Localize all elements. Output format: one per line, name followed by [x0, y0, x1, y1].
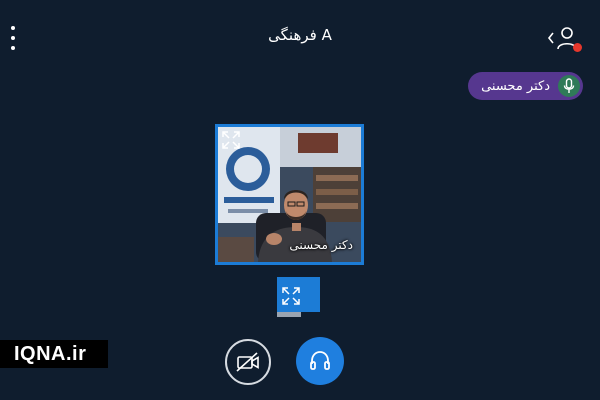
video-off-icon	[236, 352, 259, 372]
room-title: A فرهنگی	[268, 26, 332, 44]
expand-arrows-icon	[222, 131, 240, 149]
options-menu-button[interactable]	[6, 26, 20, 50]
iqna-watermark: IQNA.ir	[0, 340, 108, 368]
expand-arrows-icon	[282, 287, 300, 305]
microphone-icon	[558, 75, 580, 97]
talker-name: دکتر محسنی	[481, 78, 550, 94]
audio-listen-button[interactable]	[296, 337, 344, 385]
toggle-webcam-button[interactable]	[225, 339, 271, 385]
restore-presentation-button[interactable]	[277, 277, 320, 317]
video-tile-name: دکتر محسنی	[289, 238, 353, 252]
notification-dot	[573, 43, 582, 52]
vertical-ellipsis-icon	[11, 26, 15, 30]
headphones-icon	[310, 351, 330, 370]
expand-video-button[interactable]	[220, 129, 242, 151]
users-list-button[interactable]	[546, 24, 586, 52]
webcam-video-tile[interactable]: دکتر محسنی	[215, 124, 364, 265]
talking-indicator: دکتر محسنی	[468, 72, 583, 100]
conference-app: A فرهنگی دکتر محسنی دکتر محسنی IQNA.ir	[0, 0, 600, 400]
